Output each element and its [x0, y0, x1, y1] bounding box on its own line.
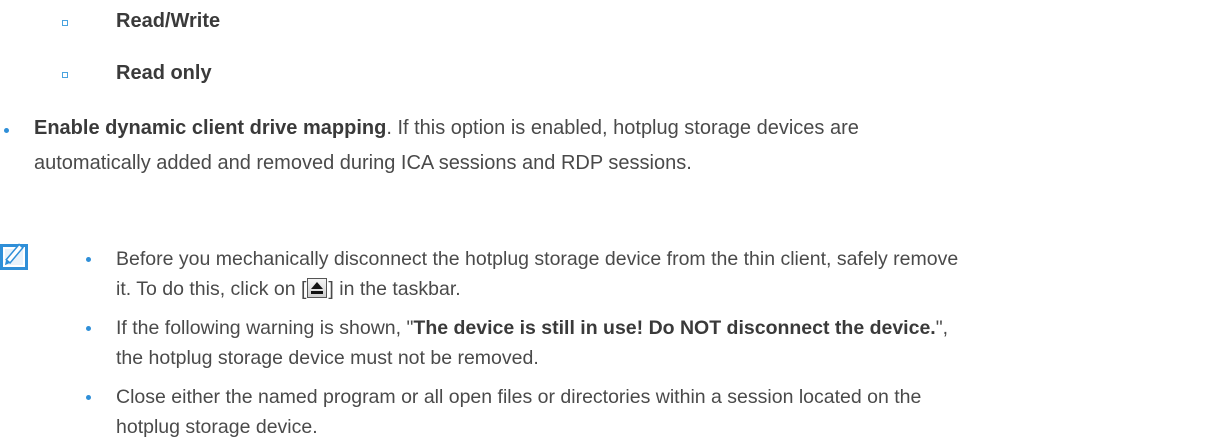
note-text: ] in the taskbar. — [328, 278, 461, 300]
note-text: ", — [935, 317, 949, 339]
note-item-close-files: Close either the named program or all op… — [116, 382, 921, 442]
note-text-line1: Before you mechanically disconnect the h… — [116, 248, 959, 270]
note-pencil-icon — [0, 243, 28, 270]
option-label: Read only — [116, 62, 212, 84]
setting-text-line2: automatically added and removed during I… — [34, 152, 692, 174]
note-text: If the following warning is shown, " — [116, 317, 414, 339]
bullet-dot-icon — [86, 326, 91, 331]
option-label: Read/Write — [116, 10, 221, 32]
setting-name: Enable dynamic client drive mapping — [34, 117, 387, 139]
setting-text: . If this option is enabled, hotplug sto… — [386, 117, 859, 139]
note-text-line1: Close either the named program or all op… — [116, 386, 922, 408]
note-text-line2: the hotplug storage device must not be r… — [116, 347, 539, 369]
bullet-dot-icon — [4, 128, 9, 133]
note-text: it. To do this, click on [ — [116, 278, 307, 300]
bullet-dot-icon — [86, 395, 91, 400]
square-bullet-icon — [62, 72, 68, 78]
bullet-dot-icon — [86, 257, 91, 262]
eject-icon — [307, 278, 328, 298]
note-text-line2: hotplug storage device. — [116, 416, 318, 438]
note-item-warning: If the following warning is shown, "The … — [116, 313, 948, 373]
warning-message: The device is still in use! Do NOT disco… — [413, 317, 936, 339]
note-item-safe-removal: Before you mechanically disconnect the h… — [116, 244, 958, 304]
square-bullet-icon — [62, 20, 68, 26]
setting-description: Enable dynamic client drive mapping. If … — [34, 111, 859, 181]
